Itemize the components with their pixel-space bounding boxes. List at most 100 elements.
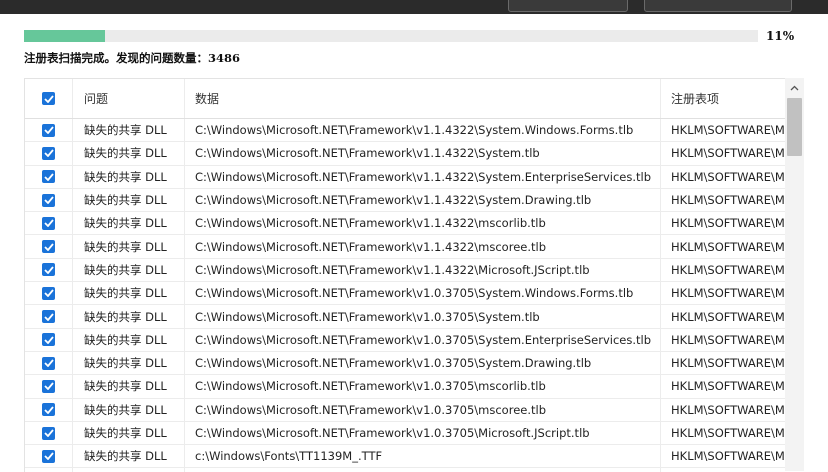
table-row[interactable]: 缺失的共享 DLL C:\Windows\Microsoft.NET\Framew… [25, 119, 786, 143]
row-select-cell [25, 305, 73, 328]
scroll-up-button[interactable] [785, 80, 804, 96]
row-select-cell [25, 235, 73, 258]
header-registry[interactable]: 注册表项 [661, 79, 786, 118]
row-problem: 缺失的共享 DLL [73, 188, 185, 212]
table-row[interactable]: 缺失的共享 DLL C:\Windows\Microsoft.NET\Framew… [25, 282, 786, 306]
row-select-cell [25, 258, 73, 282]
header-problem[interactable]: 问题 [73, 79, 185, 118]
row-checkbox[interactable] [42, 193, 55, 207]
row-data: C:\Windows\Microsoft.NET\Framework\v1.0.… [185, 421, 661, 445]
row-problem: 缺失的共享 DLL [73, 421, 185, 445]
checkmark-icon [43, 173, 54, 181]
table-row[interactable]: 缺失的共享 DLL C:\Windows\Microsoft.NET\Framew… [25, 212, 786, 236]
table-row[interactable]: 缺失的共享 DLL C:\Windows\Microsoft.NET\Framew… [25, 165, 786, 189]
checkmark-icon [43, 94, 54, 103]
row-checkbox[interactable] [42, 240, 55, 254]
row-data: C:\Windows\Microsoft.NET\Framework\v1.0.… [185, 375, 661, 398]
checkmark-icon [43, 266, 54, 274]
checkmark-icon [43, 126, 54, 135]
row-checkbox[interactable] [42, 263, 55, 277]
row-data: c:\Windows\Fonts\TT1139M_.TTF [185, 445, 661, 468]
row-registry: HKLM\SOFTWARE\Micr [671, 239, 786, 254]
row-data: C:\Windows\Microsoft.NET\Framework\v1.1.… [185, 235, 661, 258]
row-registry: HKLM\SOFTWARE\Micr [671, 426, 786, 440]
row-registry: HKLM\SOFTWARE\Micr [671, 193, 786, 208]
row-checkbox[interactable] [42, 356, 55, 370]
row-select-cell [25, 282, 73, 305]
row-checkbox[interactable] [42, 403, 55, 417]
row-registry: HKLM\SOFTWARE\Micr [671, 332, 786, 347]
table-row[interactable]: 缺失的共享 DLL C:\Windows\Microsoft.NET\Framew… [25, 328, 786, 352]
row-select-cell [25, 165, 73, 188]
table-row[interactable]: 缺失的共享 DLL C:\Windows\Microsoft.NET\Framew… [25, 375, 786, 399]
scan-progress-fill [24, 30, 105, 42]
table-row[interactable]: 缺失的共享 DLL C:\Windows\Microsoft.NET\Framew… [25, 258, 786, 283]
row-problem: 缺失的共享 DLL [73, 282, 185, 305]
row-checkbox[interactable] [42, 146, 55, 160]
row-problem: 缺失的共享 DLL [73, 258, 185, 282]
checkmark-icon [43, 289, 54, 298]
header-data[interactable]: 数据 [185, 79, 661, 118]
row-select-cell [25, 398, 73, 421]
row-problem [73, 468, 185, 472]
row-select-cell [25, 468, 73, 472]
scroll-thumb[interactable] [787, 98, 802, 156]
table-row[interactable]: 缺失的共享 DLL c:\Windows\Fonts\TT1139M_.TTF HK… [25, 445, 786, 469]
row-checkbox[interactable] [42, 286, 55, 300]
row-registry: HKLM\SOFTWARE\Micr [671, 169, 786, 184]
row-data [185, 468, 661, 472]
table-row[interactable]: 缺失的共享 DLL C:\Windows\Microsoft.NET\Framew… [25, 142, 786, 166]
row-problem: 缺失的共享 DLL [73, 305, 185, 328]
table-row[interactable]: 缺失的共享 DLL C:\Windows\Microsoft.NET\Framew… [25, 398, 786, 422]
checkmark-icon [43, 382, 54, 391]
row-checkbox[interactable] [42, 449, 55, 463]
row-checkbox[interactable] [42, 333, 55, 347]
top-action-button-2[interactable] [644, 0, 792, 12]
row-select-cell [25, 119, 73, 142]
row-checkbox[interactable] [42, 123, 55, 137]
row-checkbox[interactable] [42, 379, 55, 393]
row-checkbox[interactable] [42, 426, 55, 440]
row-registry: HKLM\SOFTWARE\Micr [671, 123, 786, 138]
row-problem: 缺失的共享 DLL [73, 119, 185, 142]
row-data: C:\Windows\Microsoft.NET\Framework\v1.1.… [185, 119, 661, 142]
row-data: C:\Windows\Microsoft.NET\Framework\v1.0.… [185, 305, 661, 328]
header-select-all-cell [25, 79, 73, 118]
row-data: C:\Windows\Microsoft.NET\Framework\v1.0.… [185, 282, 661, 305]
row-problem: 缺失的共享 DLL [73, 351, 185, 375]
row-registry: HKLM\SOFTWARE\Micr [671, 449, 786, 464]
select-all-checkbox[interactable] [42, 92, 55, 105]
row-data: C:\Windows\Microsoft.NET\Framework\v1.1.… [185, 142, 661, 165]
row-select-cell [25, 142, 73, 165]
row-checkbox[interactable] [42, 170, 55, 184]
row-problem: 缺失的共享 DLL [73, 445, 185, 468]
checkmark-icon [43, 312, 54, 321]
table-row[interactable]: 缺失的共享 DLL C:\Windows\Microsoft.NET\Framew… [25, 421, 786, 446]
table-row[interactable]: 缺失的共享 DLL C:\Windows\Microsoft.NET\Framew… [25, 305, 786, 329]
scan-status-text: 注册表扫描完成。发现的问题数量：3486 [24, 51, 241, 65]
row-registry: HKLM\SOFTWARE\Micr [671, 262, 786, 277]
table-row[interactable]: 缺失的共享 DLL C:\Windows\Microsoft.NET\Framew… [25, 351, 786, 376]
results-table: 问题 数据 注册表项 缺失的共享 DLL C:\Windows\Microsoft… [24, 78, 786, 472]
checkmark-icon [43, 149, 54, 158]
table-scrollbar[interactable] [785, 78, 804, 471]
table-row[interactable]: 缺失的共享 DLL C:\Windows\Microsoft.NET\Framew… [25, 235, 786, 259]
row-registry: HKLM\SOFTWARE\Micr [671, 379, 786, 394]
row-select-cell [25, 351, 73, 375]
row-checkbox[interactable] [42, 216, 55, 230]
row-registry: HKLM\SOFTWARE\Micr [671, 216, 786, 231]
row-data: C:\Windows\Microsoft.NET\Framework\v1.0.… [185, 328, 661, 351]
checkmark-icon [43, 336, 54, 344]
table-row[interactable] [25, 468, 786, 472]
checkmark-icon [43, 196, 54, 205]
top-action-button-1[interactable] [508, 0, 628, 12]
table-row[interactable]: 缺失的共享 DLL C:\Windows\Microsoft.NET\Framew… [25, 188, 786, 213]
row-select-cell [25, 421, 73, 445]
row-checkbox[interactable] [42, 310, 55, 324]
scan-progress-bar [24, 30, 758, 42]
row-select-cell [25, 212, 73, 235]
chevron-up-icon [790, 85, 799, 91]
row-select-cell [25, 445, 73, 468]
row-registry: HKLM\SOFTWARE\Micr [671, 309, 786, 324]
row-select-cell [25, 188, 73, 212]
